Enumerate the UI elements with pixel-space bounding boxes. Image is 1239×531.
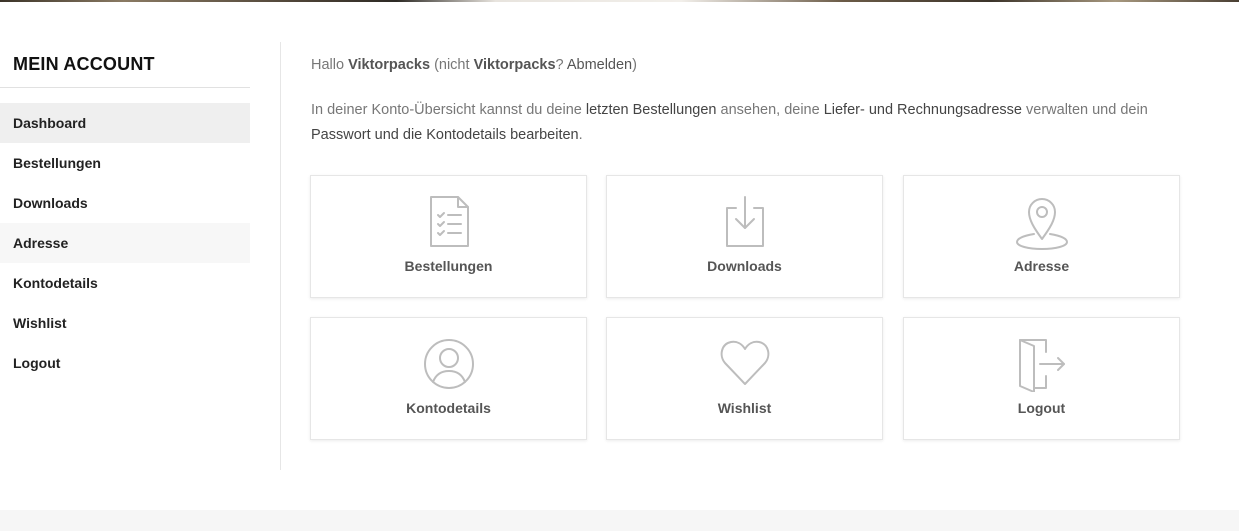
tile-label: Wishlist xyxy=(717,400,772,416)
greeting-hello: Hallo xyxy=(311,57,345,73)
intro-part3: verwalten und dein xyxy=(1026,102,1148,118)
account-details-link[interactable]: Passwort und die Kontodetails bearbeiten xyxy=(311,127,579,143)
tile-label: Logout xyxy=(1017,400,1066,416)
orders-link[interactable]: letzten Bestellungen xyxy=(586,102,717,118)
greeting-close-paren: ) xyxy=(632,57,637,73)
tile-label: Adresse xyxy=(1013,258,1070,274)
nav-item-dashboard[interactable]: Dashboard xyxy=(0,103,250,143)
nav-item-bestellungen[interactable]: Bestellungen xyxy=(0,143,250,183)
greeting-username: Viktorpacks xyxy=(348,57,431,73)
tile-downloads[interactable]: Downloads xyxy=(606,175,883,298)
heart-icon xyxy=(717,336,773,392)
content-divider xyxy=(280,42,281,470)
tile-logout[interactable]: Logout xyxy=(903,317,1180,440)
intro-part2: ansehen, deine xyxy=(720,102,820,118)
logout-link[interactable]: Abmelden xyxy=(567,57,632,73)
download-tray-icon xyxy=(717,194,773,250)
nav-item-wishlist[interactable]: Wishlist xyxy=(0,303,250,343)
nav-item-adresse[interactable]: Adresse xyxy=(0,223,250,263)
greeting-text: Hallo Viktorpacks (nicht Viktorpacks? Ab… xyxy=(311,55,1191,75)
tile-label: Kontodetails xyxy=(406,400,491,416)
tile-label: Bestellungen xyxy=(404,258,493,274)
tile-label: Downloads xyxy=(707,258,782,274)
greeting-not: (nicht xyxy=(434,57,470,73)
map-pin-icon xyxy=(1014,194,1070,250)
nav-item-kontodetails[interactable]: Kontodetails xyxy=(0,263,250,303)
account-nav: Dashboard Bestellungen Downloads Adresse… xyxy=(0,103,250,383)
dashboard-intro: In deiner Konto-Übersicht kannst du dein… xyxy=(311,98,1191,148)
door-exit-icon xyxy=(1014,336,1070,392)
greeting-question: ? xyxy=(555,57,564,73)
tile-adresse[interactable]: Adresse xyxy=(903,175,1180,298)
user-circle-icon xyxy=(421,336,477,392)
address-link[interactable]: Liefer- und Rechnungsadresse xyxy=(824,102,1022,118)
account-title: MEIN ACCOUNT xyxy=(13,54,155,74)
nav-item-logout[interactable]: Logout xyxy=(0,343,250,383)
title-divider xyxy=(0,87,250,88)
tile-bestellungen[interactable]: Bestellungen xyxy=(310,175,587,298)
nav-item-downloads[interactable]: Downloads xyxy=(0,183,250,223)
footer-band xyxy=(0,510,1239,531)
tile-wishlist[interactable]: Wishlist xyxy=(606,317,883,440)
document-checklist-icon xyxy=(421,194,477,250)
dashboard-tiles: Bestellungen Downloads Adresse Kontodeta… xyxy=(310,175,1182,441)
greeting-username-again: Viktorpacks xyxy=(473,57,556,73)
header-image-strip xyxy=(0,0,1239,2)
tile-kontodetails[interactable]: Kontodetails xyxy=(310,317,587,440)
intro-part1: In deiner Konto-Übersicht kannst du dein… xyxy=(311,102,582,118)
intro-part4: . xyxy=(578,127,583,143)
